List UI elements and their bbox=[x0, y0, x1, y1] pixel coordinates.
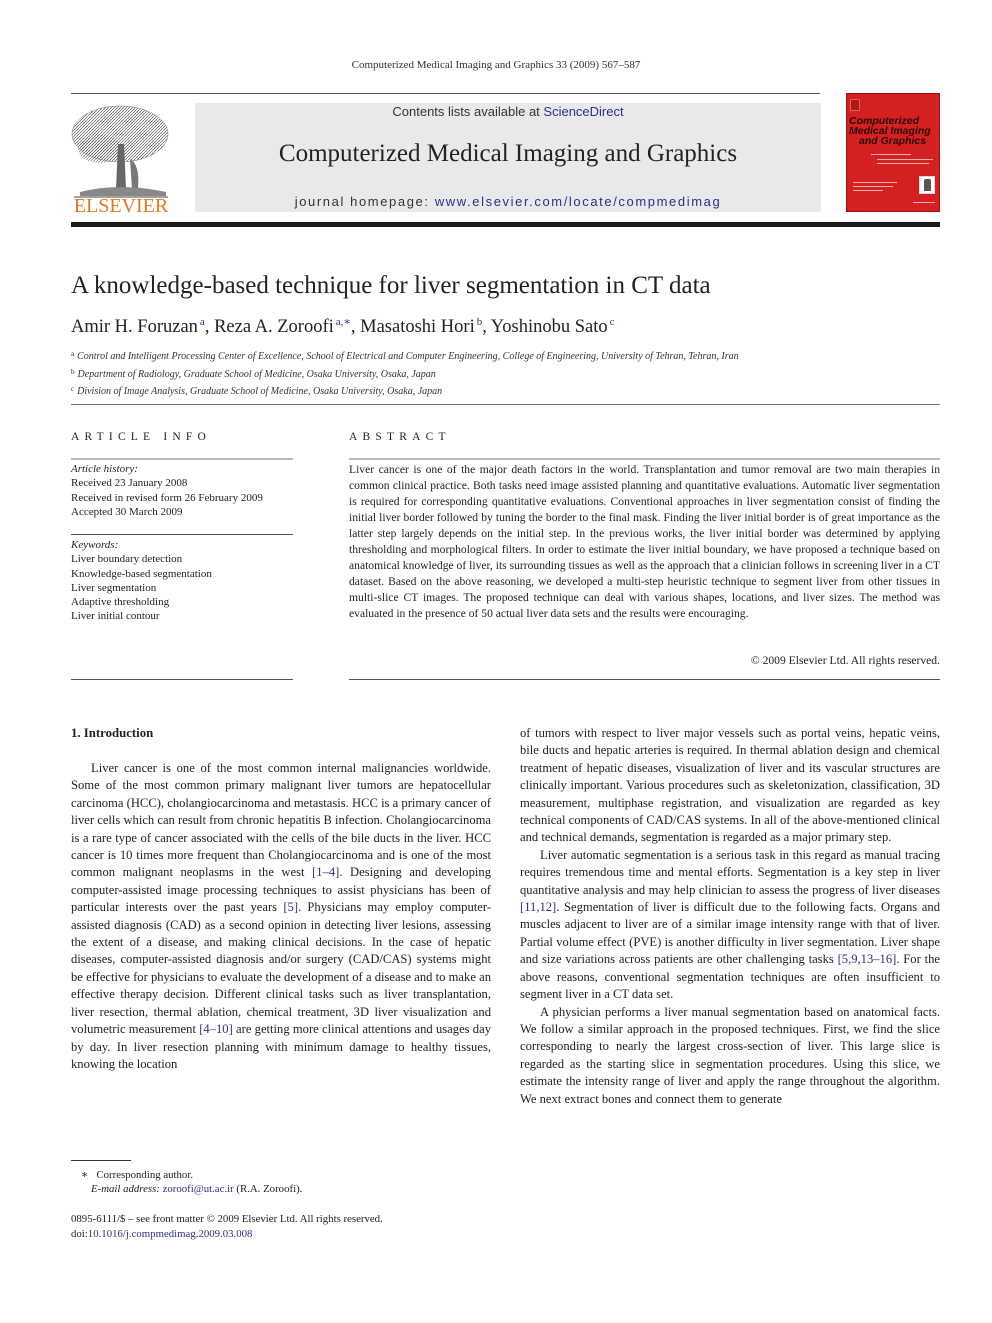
cover-text-line bbox=[871, 154, 911, 155]
corresponding-author-footnote: ∗ Corresponding author. E-mail address: … bbox=[81, 1169, 303, 1195]
abstract-text: Liver cancer is one of the major death f… bbox=[349, 463, 940, 620]
article-info-label: ARTICLE INFO bbox=[71, 431, 211, 443]
author[interactable]: Amir H. Foruzan a bbox=[71, 316, 205, 337]
author-list: Amir H. Foruzan a, Reza A. Zoroofi a,∗, Ma… bbox=[71, 316, 615, 337]
abstract-label: ABSTRACT bbox=[349, 431, 451, 443]
affiliation-marker[interactable]: a,∗ bbox=[336, 316, 351, 328]
history-item: Received in revised form 26 February 200… bbox=[71, 491, 263, 504]
cover-text-line bbox=[913, 202, 935, 203]
cover-text-line bbox=[853, 190, 883, 191]
affiliation: b Department of Radiology, Graduate Schoo… bbox=[71, 367, 436, 380]
sciencedirect-link[interactable]: ScienceDirect bbox=[543, 104, 623, 119]
section-heading-introduction: 1. Introduction bbox=[71, 726, 154, 740]
body-column-right: of tumors with respect to liver major ve… bbox=[520, 725, 940, 1108]
keyword: Liver boundary detection bbox=[71, 553, 183, 566]
history-item: Received 23 January 2008 bbox=[71, 477, 188, 490]
cover-text-line bbox=[853, 182, 897, 183]
article-title: A knowledge-based technique for liver se… bbox=[71, 272, 711, 299]
front-matter: 0895-6111/$ – see front matter © 2009 El… bbox=[71, 1213, 383, 1240]
running-head: Computerized Medical Imaging and Graphic… bbox=[351, 59, 641, 71]
body-paragraph: A physician performs a liver manual segm… bbox=[520, 1004, 940, 1108]
section-divider bbox=[71, 404, 940, 405]
body-paragraph: of tumors with respect to liver major ve… bbox=[520, 725, 940, 847]
body-paragraph: Liver cancer is one of the most common i… bbox=[71, 760, 491, 1073]
author[interactable]: Reza A. Zoroofi a,∗ bbox=[214, 316, 351, 337]
keyword: Liver segmentation bbox=[71, 581, 157, 594]
author[interactable]: Yoshinobu Sato c bbox=[491, 316, 615, 337]
article-history-heading: Article history: bbox=[71, 463, 138, 475]
cover-publisher-mark-icon bbox=[850, 99, 860, 111]
author-email-link[interactable]: zoroofi@ut.ac.ir bbox=[163, 1183, 234, 1195]
elsevier-wordmark: ELSEVIER bbox=[73, 195, 169, 217]
cover-text-line bbox=[853, 186, 893, 187]
doi-link[interactable]: 10.1016/j.compmedimag.2009.03.008 bbox=[88, 1228, 253, 1240]
keyword: Liver initial contour bbox=[71, 610, 160, 623]
keywords-heading: Keywords: bbox=[71, 539, 119, 551]
homepage-line: journal homepage: www.elsevier.com/locat… bbox=[294, 194, 722, 209]
body-text: A physician performs a liver manual segm… bbox=[520, 1004, 940, 1106]
citation-link[interactable]: [4–10] bbox=[199, 1022, 233, 1036]
article-history: Article history: Received 23 January 200… bbox=[71, 462, 263, 519]
affiliation: c Division of Image Analysis, Graduate Sc… bbox=[71, 385, 443, 397]
journal-cover-thumbnail: Computerized Medical Imaging and Graphic… bbox=[846, 93, 940, 212]
affiliation-marker[interactable]: c bbox=[610, 316, 615, 328]
body-text: . Physicians may employ computer-assiste… bbox=[71, 900, 491, 1037]
contents-line: Contents lists available at ScienceDirec… bbox=[392, 104, 624, 119]
citation-link[interactable]: [1–4] bbox=[312, 865, 339, 879]
article-info-rule bbox=[71, 458, 293, 460]
history-item: Accepted 30 March 2009 bbox=[71, 505, 183, 518]
keywords: Keywords: Liver boundary detection Knowl… bbox=[71, 538, 212, 624]
body-paragraph: Liver automatic segmentation is a seriou… bbox=[520, 847, 940, 1004]
header-rule bbox=[71, 93, 820, 94]
keywords-rule bbox=[71, 534, 293, 535]
cover-title: Computerized Medical Imaging and Graphic… bbox=[849, 115, 931, 147]
footnote-rule bbox=[71, 1160, 131, 1161]
body-text: of tumors with respect to liver major ve… bbox=[520, 726, 940, 845]
body-column-left: Liver cancer is one of the most common i… bbox=[71, 760, 491, 1073]
masthead-thick-rule bbox=[71, 222, 940, 227]
author[interactable]: Masatoshi Hori b bbox=[360, 316, 482, 337]
abstract-rule bbox=[349, 458, 940, 460]
affiliation: a Control and Intelligent Processing Cent… bbox=[71, 350, 739, 362]
citation-link[interactable]: [5] bbox=[283, 900, 298, 914]
keyword: Knowledge-based segmentation bbox=[71, 567, 212, 580]
article-info-bottom-rule bbox=[71, 679, 293, 680]
citation-link[interactable]: [5,9,13–16] bbox=[838, 952, 897, 966]
keyword: Adaptive thresholding bbox=[71, 596, 170, 609]
abstract-bottom-rule bbox=[349, 679, 940, 680]
journal-homepage-link[interactable]: www.elsevier.com/locate/compmedimag bbox=[435, 194, 721, 209]
affiliations: a Control and Intelligent Processing Cent… bbox=[71, 347, 739, 400]
journal-masthead: Contents lists available at ScienceDirec… bbox=[195, 103, 821, 212]
cover-text-line bbox=[877, 163, 929, 164]
journal-title: Computerized Medical Imaging and Graphic… bbox=[278, 140, 738, 167]
issn-line: 0895-6111/$ – see front matter © 2009 El… bbox=[71, 1213, 383, 1225]
cover-text-line bbox=[877, 159, 933, 160]
body-text: Liver automatic segmentation is a seriou… bbox=[520, 847, 940, 897]
body-text: Liver cancer is one of the most common i… bbox=[71, 761, 492, 880]
abstract-copyright: © 2009 Elsevier Ltd. All rights reserved… bbox=[750, 654, 940, 667]
citation-link[interactable]: [11,12] bbox=[520, 900, 556, 914]
cover-society-emblem-icon bbox=[919, 176, 935, 194]
